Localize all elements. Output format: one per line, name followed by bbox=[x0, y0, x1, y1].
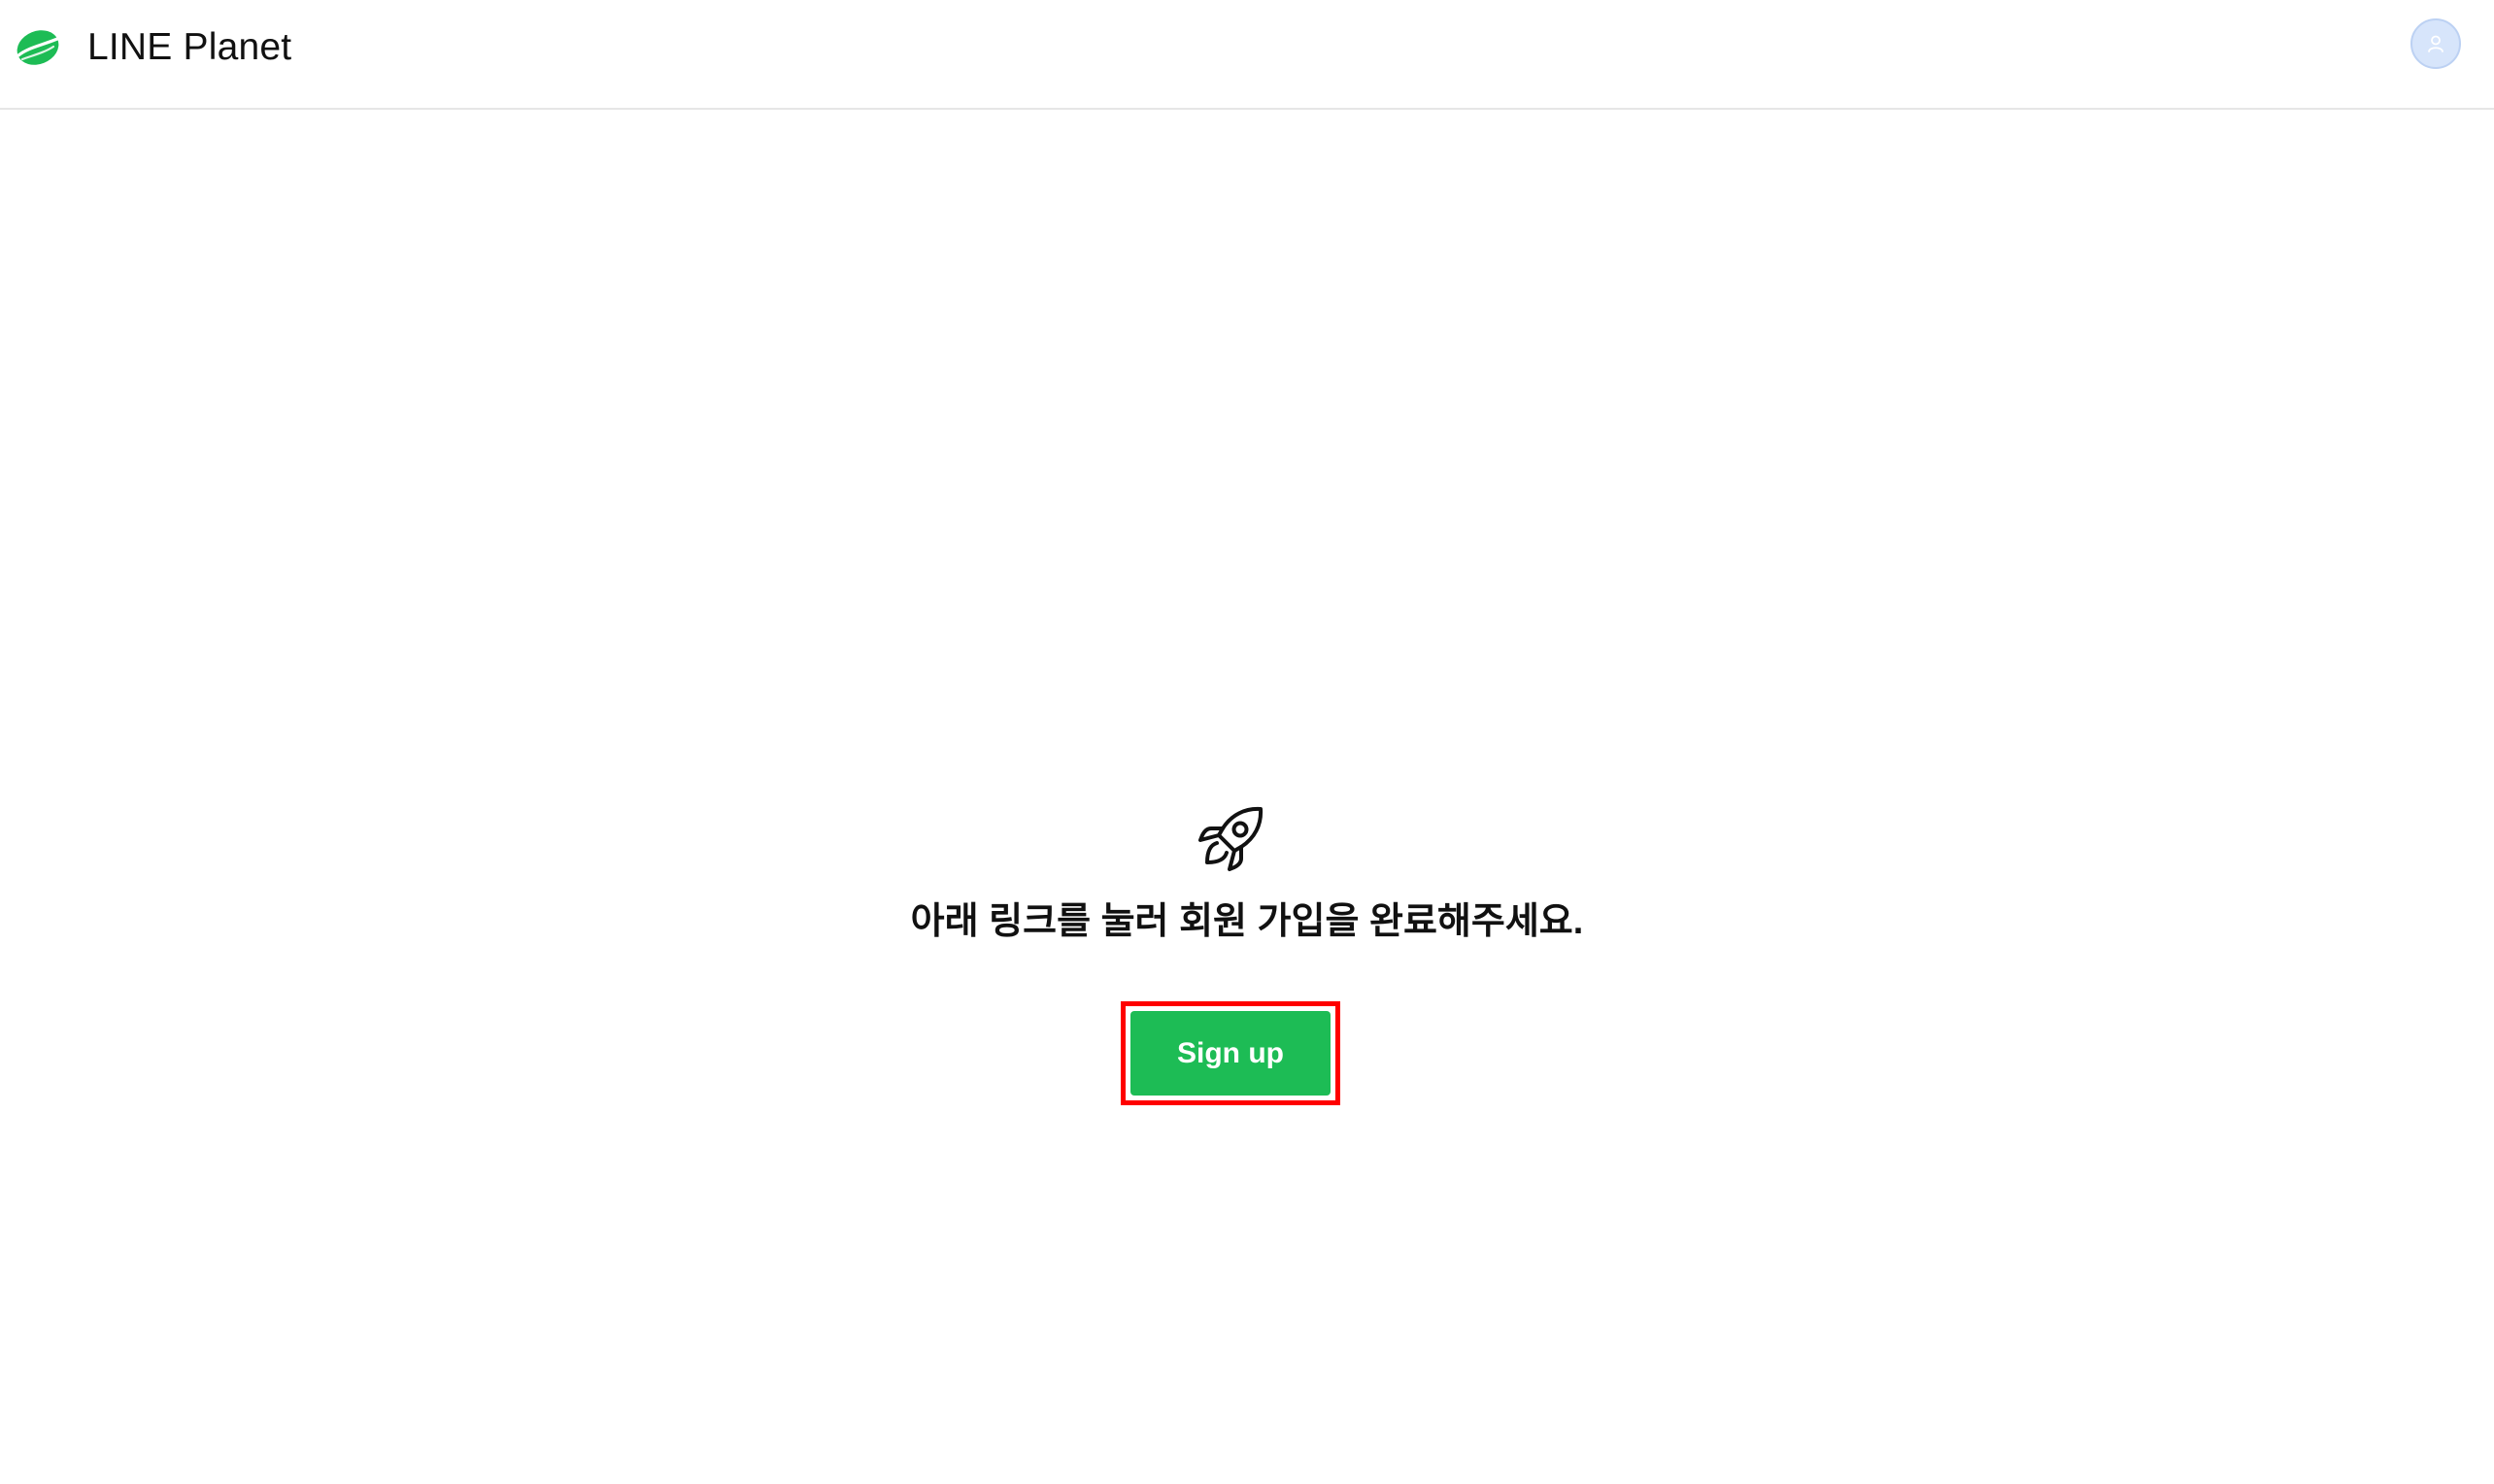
rocket-icon bbox=[1196, 803, 1266, 873]
user-avatar-button[interactable] bbox=[2410, 18, 2461, 69]
top-header: LINE Planet bbox=[0, 0, 2494, 110]
signup-instruction-text: 아래 링크를 눌러 회원 가입을 완료해주세요. bbox=[910, 901, 1584, 942]
brand-home-link[interactable]: LINE Planet bbox=[14, 25, 291, 70]
leaf-logo-icon bbox=[14, 26, 62, 69]
signup-button[interactable]: Sign up bbox=[1130, 1011, 1331, 1096]
brand-name: LINE Planet bbox=[87, 26, 292, 68]
user-avatar-icon bbox=[2425, 33, 2446, 54]
main-content bbox=[0, 110, 2494, 1484]
page: LINE Planet 아래 링크를 눌러 회원 가입을 완료해주세요. Sig… bbox=[0, 0, 2494, 1484]
